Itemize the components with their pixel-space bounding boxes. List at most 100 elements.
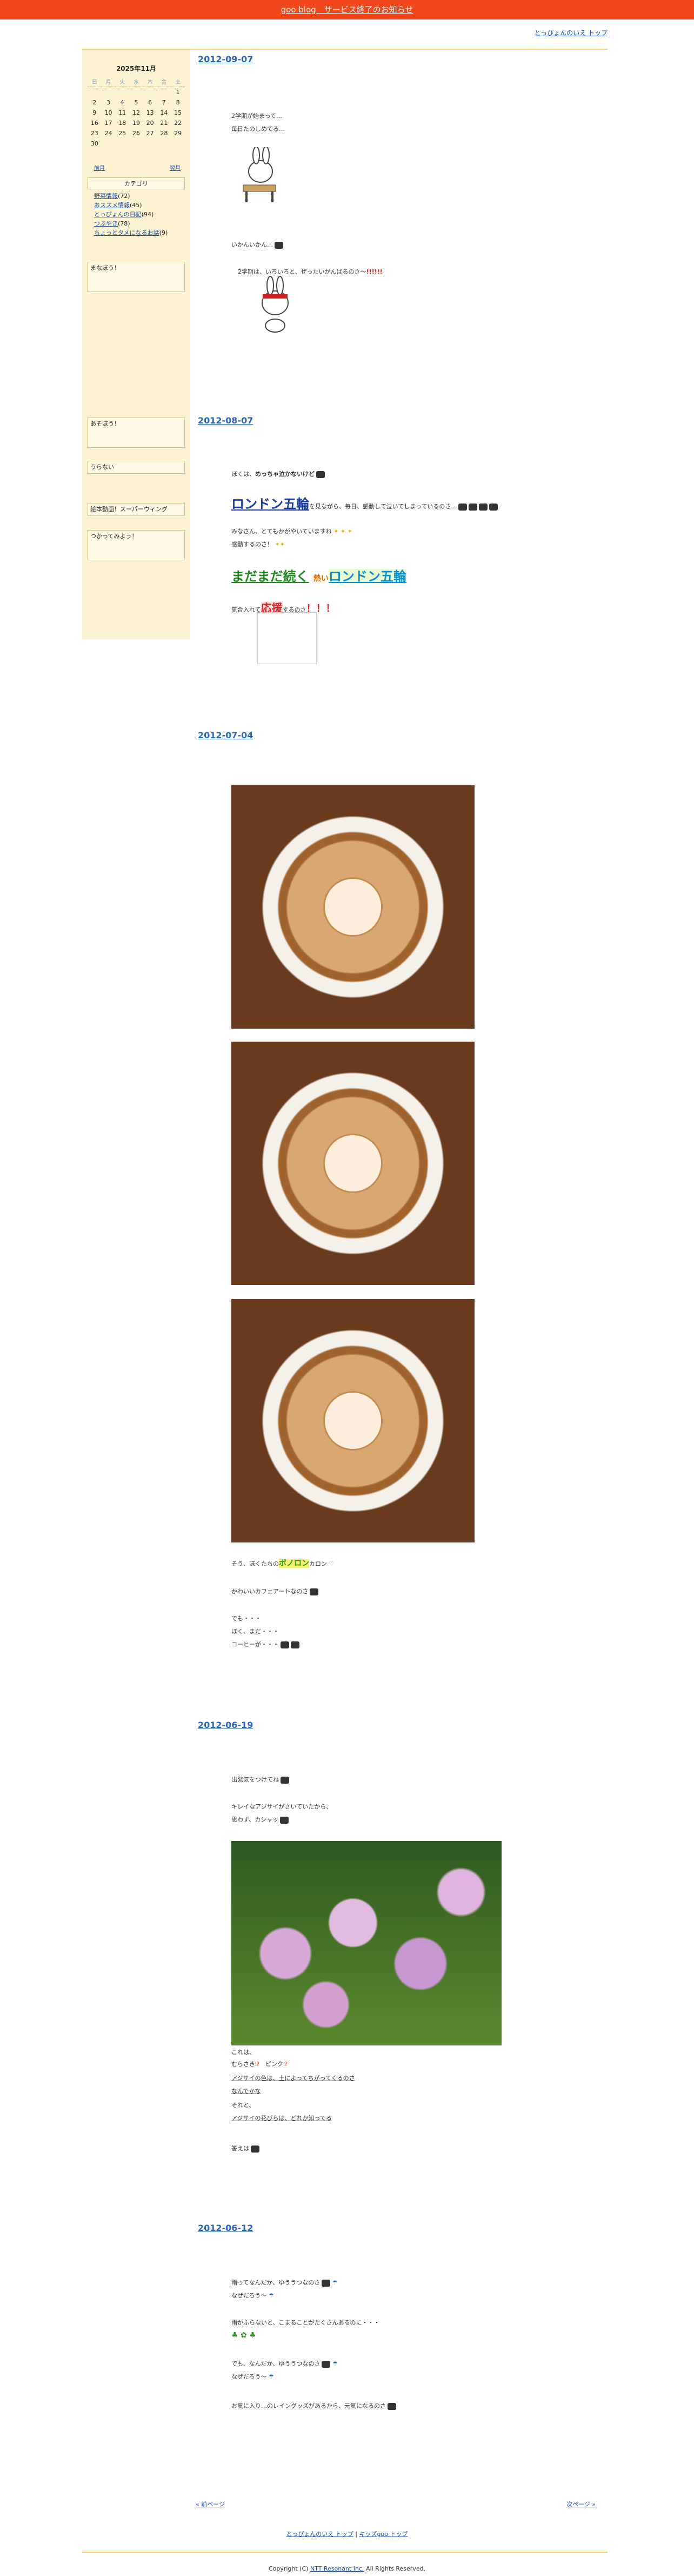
footer-separator: | — [353, 2531, 359, 2538]
calendar-day — [115, 87, 129, 98]
category-link[interactable]: ちょっとタメになるお話 — [94, 229, 159, 236]
uranai-label: うらない — [90, 463, 114, 471]
calendar-next-link[interactable]: 翌月 — [170, 163, 181, 171]
post-text-line: ピンク — [265, 2061, 284, 2068]
hydrangea-photo[interactable] — [231, 1841, 502, 2045]
post-text-line: むらさき — [231, 2061, 255, 2068]
category-title: カテゴリ — [124, 180, 148, 187]
calendar-day: 22 — [174, 120, 182, 127]
post-text-line: 気合入れて — [231, 606, 261, 613]
post-text: お気に入り…のレイングッズがあるから、元気になるのさ — [231, 2401, 396, 2410]
calendar-day — [102, 87, 116, 98]
calendar-day: 25 — [118, 130, 126, 137]
calendar-day: 28 — [160, 130, 168, 137]
calendar-day: 5 — [134, 99, 138, 106]
emoji-icon — [281, 1776, 289, 1784]
post-text: でも・・・ — [231, 1615, 261, 1622]
calendar-day — [102, 138, 116, 149]
service-notice-bar: goo blog サービス終了のお知らせ — [0, 0, 694, 19]
post-text-line: なぜだろう〜 — [231, 2373, 267, 2380]
latte-face — [323, 877, 383, 937]
calendar-day — [129, 87, 143, 98]
post-text-line: そう、ぼくたちの — [231, 1560, 279, 1567]
post-text: ロンドン五輪を見ながら、毎日、感動して泣いてしまっているのさ… — [231, 493, 498, 512]
calendar-day: 17 — [104, 120, 112, 127]
post-text-line: みなさん、とてもかがやいていますね — [231, 528, 332, 535]
footer-kids-link[interactable]: キッズgoo トップ — [359, 2531, 408, 2538]
prev-page-link[interactable]: « 前ページ — [196, 2500, 225, 2508]
post-date-link[interactable]: 2012-06-19 — [198, 1720, 253, 1730]
bunny-illustration — [262, 276, 289, 333]
category-count: (78) — [118, 220, 130, 227]
footer-home-link[interactable]: とっぴょんのいえ トップ — [286, 2531, 353, 2538]
category-link[interactable]: つぶやき — [94, 220, 118, 227]
sidebar: 2025年11月 日 月 火 水 木 金 土 1 2 3 4 5 6 7 8 9 10 11 12 13… — [82, 50, 190, 639]
tsukatte-banner[interactable]: つかってみよう！ — [88, 530, 185, 560]
calendar-day — [88, 87, 102, 98]
category-link[interactable]: 野菜情報 — [94, 193, 118, 200]
weekday-mon: 月 — [101, 76, 116, 87]
service-notice-link[interactable]: goo blog サービス終了のお知らせ — [281, 5, 413, 15]
home-top-link[interactable]: とっぴょんのいえ トップ — [535, 28, 608, 37]
post-text: 思わず、カシャッ — [231, 1815, 289, 1824]
post-text: でも、なんだか、ゆううつなのさ ☂ — [231, 2360, 338, 2368]
category-link[interactable]: とっぴょんの日記 — [94, 211, 142, 218]
post-text: 感動するのさ！ ✦✦ — [231, 541, 285, 548]
post-text: なぜだろう〜 ☂ — [231, 2373, 274, 2380]
category-item: 野菜情報(72) — [94, 191, 168, 201]
post-link[interactable]: アジサイの花びらは、どれか知ってる — [231, 2114, 332, 2122]
post-text-line: いかんいかん… — [231, 241, 273, 248]
calendar-day: 26 — [132, 130, 140, 137]
emoji-icon — [251, 2145, 259, 2153]
emoji-icon — [291, 1641, 299, 1648]
calendar-day: 10 — [104, 109, 112, 116]
post-text-bold: めっちゃ泣かないけど — [255, 471, 315, 478]
cafe-art-photo[interactable] — [231, 1299, 475, 1542]
post-link[interactable]: なんでかな — [231, 2087, 261, 2095]
post-date-link[interactable]: 2012-07-04 — [198, 730, 253, 740]
london-olympics-text: ロンドン五輪 — [231, 496, 309, 512]
post-text-line: を見ながら、毎日、感動して泣いてしまっているのさ… — [309, 503, 457, 510]
post-text: そう、ぼくたちのボノロンカロン ♡ — [231, 1559, 335, 1568]
post-text: ぼくは、めっちゃ泣かないけど — [231, 469, 325, 478]
post-link[interactable]: アジサイの色は、土によってちがってくるのさ — [231, 2074, 355, 2082]
post-date-link[interactable]: 2012-08-07 — [198, 415, 253, 426]
calendar-day: 15 — [174, 109, 182, 116]
calendar-week: 2 3 4 5 6 7 8 — [88, 97, 185, 108]
copyright-link[interactable]: NTT Resonant Inc. — [310, 2565, 364, 2572]
calendar-day: 27 — [146, 130, 154, 137]
category-item: つぶやき(78) — [94, 219, 168, 228]
cafe-art-photo[interactable] — [231, 1042, 475, 1285]
post-text-line: ぼくは、 — [231, 471, 255, 478]
post-date-link[interactable]: 2012-06-12 — [198, 2223, 253, 2233]
headline-part: 熱い — [313, 574, 329, 583]
calendar-day: 1 — [176, 89, 180, 96]
calendar-day: 14 — [160, 109, 168, 116]
cafe-art-photo[interactable] — [231, 785, 475, 1029]
ehon-banner[interactable]: 絵本動画！スーパーウィング — [88, 503, 185, 516]
calendar-day: 3 — [106, 99, 111, 106]
frog-icon: ♣ ✿ ♣ — [231, 2331, 256, 2340]
post-text-line: コーヒーが・・・ — [231, 1641, 279, 1648]
category-header: カテゴリ — [88, 177, 185, 189]
post-text-line: 雨ってなんだか、ゆううつなのさ — [231, 2279, 321, 2286]
calendar-day — [157, 87, 171, 98]
broken-image-placeholder — [257, 612, 317, 664]
post-text: かわいいカフェアートなのさ — [231, 1587, 319, 1595]
calendar-day — [115, 138, 129, 149]
post-date-link[interactable]: 2012-09-07 — [198, 54, 253, 64]
calendar-prev-link[interactable]: 前月 — [94, 165, 105, 171]
calendar-day: 19 — [132, 120, 140, 127]
post-text: 雨ってなんだか、ゆううつなのさ ☂ — [231, 2279, 338, 2287]
calendar-week: 1 — [88, 87, 185, 98]
next-page-link[interactable]: 次ページ » — [566, 2500, 596, 2508]
asobou-banner[interactable]: あそぼう！ — [88, 418, 185, 448]
post-text: 雨がふらないと、こまることがたくさんあるのに・・・ — [231, 2319, 380, 2326]
footer-links: とっぴょんのいえ トップ | キッズgoo トップ — [0, 2529, 694, 2538]
uranai-banner[interactable]: うらない — [88, 461, 185, 474]
manabou-banner[interactable]: まなぼう！ — [88, 262, 185, 292]
category-link[interactable]: おススメ情報 — [94, 202, 130, 209]
category-count: (72) — [118, 193, 130, 200]
emoji-icon — [316, 471, 325, 478]
post-text: 出発気をつけてね — [231, 1775, 289, 1784]
